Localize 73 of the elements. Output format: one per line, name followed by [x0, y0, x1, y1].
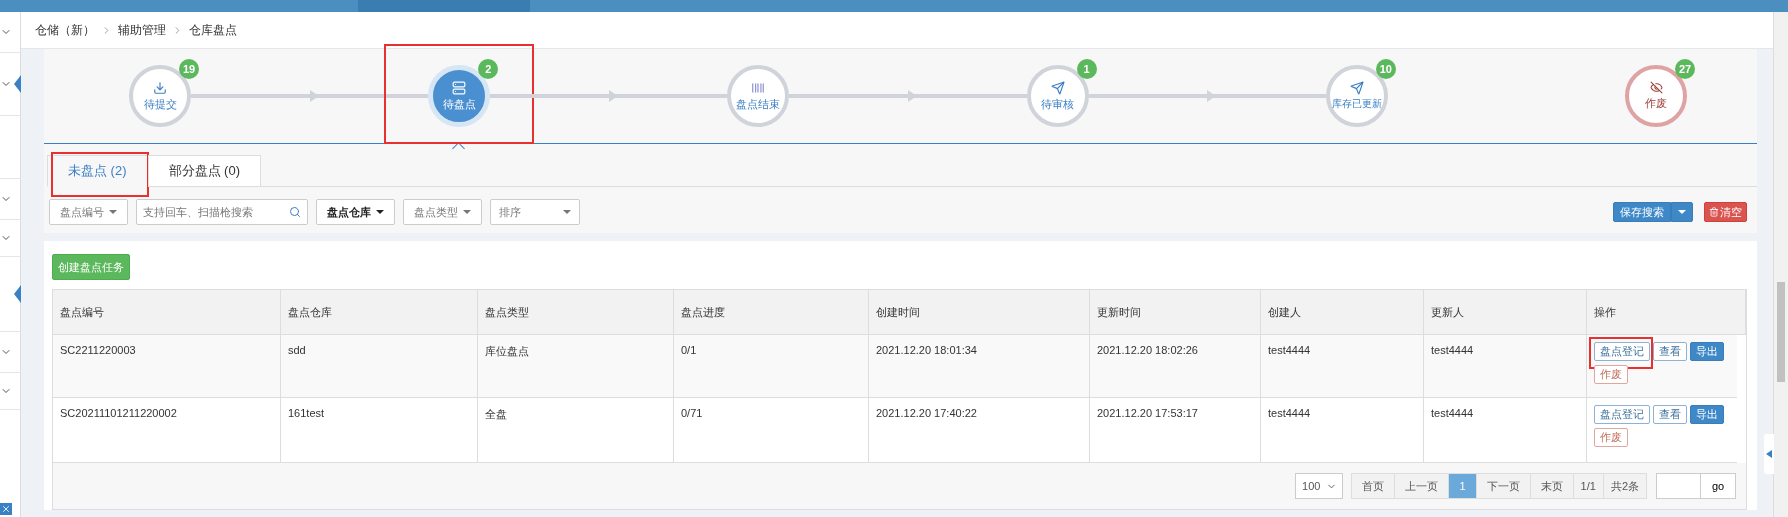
page-button[interactable]: 上一页	[1394, 473, 1450, 499]
search-field[interactable]: 支持回车、扫描枪搜索	[136, 199, 308, 225]
column-header: 创建时间	[869, 290, 1090, 335]
total-count: 共2条	[1602, 473, 1647, 499]
action-button[interactable]: 盘点登记	[1594, 342, 1650, 361]
go-button[interactable]: go	[1700, 473, 1736, 499]
scrollbar-thumb[interactable]	[1777, 282, 1785, 382]
server-icon	[452, 80, 467, 95]
column-header: 操作	[1587, 290, 1746, 335]
page-info: 1/1	[1572, 473, 1604, 499]
table-cell: SC2211220003	[53, 335, 281, 398]
table-cell: 2021.12.20 18:02:26	[1090, 335, 1261, 398]
paper-plane-icon	[1349, 81, 1364, 95]
table-cell: 0/1	[674, 335, 869, 398]
column-header: 创建人	[1261, 290, 1424, 335]
barcode-icon	[751, 80, 766, 95]
table-cell: 2021.12.20 17:40:22	[869, 398, 1090, 463]
page-number-input[interactable]	[1656, 473, 1700, 499]
column-header: 盘点仓库	[281, 290, 478, 335]
count-badge: 19	[179, 59, 199, 79]
action-button[interactable]: 导出	[1690, 405, 1724, 424]
eye-slash-icon	[1649, 81, 1663, 94]
column-header: 盘点进度	[674, 290, 869, 335]
sort-select[interactable]: 排序	[490, 199, 580, 225]
action-button[interactable]: 作废	[1594, 365, 1628, 384]
close-icon[interactable]	[0, 503, 12, 515]
filter-dropdown[interactable]: 盘点类型	[403, 199, 482, 225]
tab[interactable]: 未盘点 (2)	[47, 155, 148, 187]
action-button[interactable]: 查看	[1653, 342, 1687, 361]
column-header: 更新时间	[1090, 290, 1261, 335]
filter-dropdown[interactable]: 盘点仓库	[316, 199, 395, 225]
table-cell: SC20211101211220002	[53, 398, 281, 463]
filter-dropdown[interactable]: 盘点编号	[49, 199, 128, 225]
count-badge: 27	[1675, 59, 1695, 79]
page-button[interactable]: 末页	[1529, 473, 1574, 499]
table-cell: 全盘	[478, 398, 674, 463]
collapse-tab[interactable]	[1764, 434, 1774, 474]
page-button[interactable]: 1	[1448, 473, 1477, 499]
table-cell: 2021.12.20 17:53:17	[1090, 398, 1261, 463]
tab[interactable]: 部分盘点 (0)	[147, 155, 261, 187]
count-badge: 10	[1375, 59, 1396, 79]
count-badge: 1	[1076, 59, 1097, 79]
dropdown-toggle[interactable]	[1671, 202, 1693, 222]
count-badge: 2	[478, 59, 499, 79]
column-header: 更新人	[1424, 290, 1587, 335]
download-icon	[153, 80, 167, 95]
clear-button[interactable]: 清空	[1704, 202, 1747, 222]
breadcrumb-item: 仓库盘点	[189, 21, 237, 39]
paper-plane-icon	[1050, 80, 1065, 95]
table-cell: sdd	[281, 335, 478, 398]
page-button[interactable]: 首页	[1351, 473, 1396, 499]
action-button[interactable]: 作废	[1594, 428, 1628, 447]
page-size-select[interactable]: 100	[1295, 473, 1344, 499]
table-cell: test4444	[1424, 335, 1587, 398]
action-button[interactable]: 查看	[1653, 405, 1687, 424]
breadcrumb-item[interactable]: 辅助管理	[118, 21, 166, 39]
table-cell: 库位盘点	[478, 335, 674, 398]
table-cell: 2021.12.20 18:01:34	[869, 335, 1090, 398]
status-step[interactable]: 盘点结束	[727, 65, 790, 127]
page-button[interactable]: 下一页	[1475, 473, 1531, 499]
table-cell: test4444	[1424, 398, 1587, 463]
action-button[interactable]: 导出	[1690, 342, 1724, 361]
table-cell: 161test	[281, 398, 478, 463]
breadcrumb-item[interactable]: 仓储（新）	[35, 21, 95, 39]
save-search-button[interactable]: 保存搜索	[1613, 202, 1671, 222]
table-cell: test4444	[1261, 335, 1424, 398]
search-icon	[289, 206, 301, 218]
table-cell: 0/71	[674, 398, 869, 463]
action-button[interactable]: 盘点登记	[1594, 405, 1650, 424]
column-header: 盘点类型	[478, 290, 674, 335]
table-cell: test4444	[1261, 398, 1424, 463]
column-header: 盘点编号	[53, 290, 281, 335]
trash-icon	[1709, 207, 1719, 217]
